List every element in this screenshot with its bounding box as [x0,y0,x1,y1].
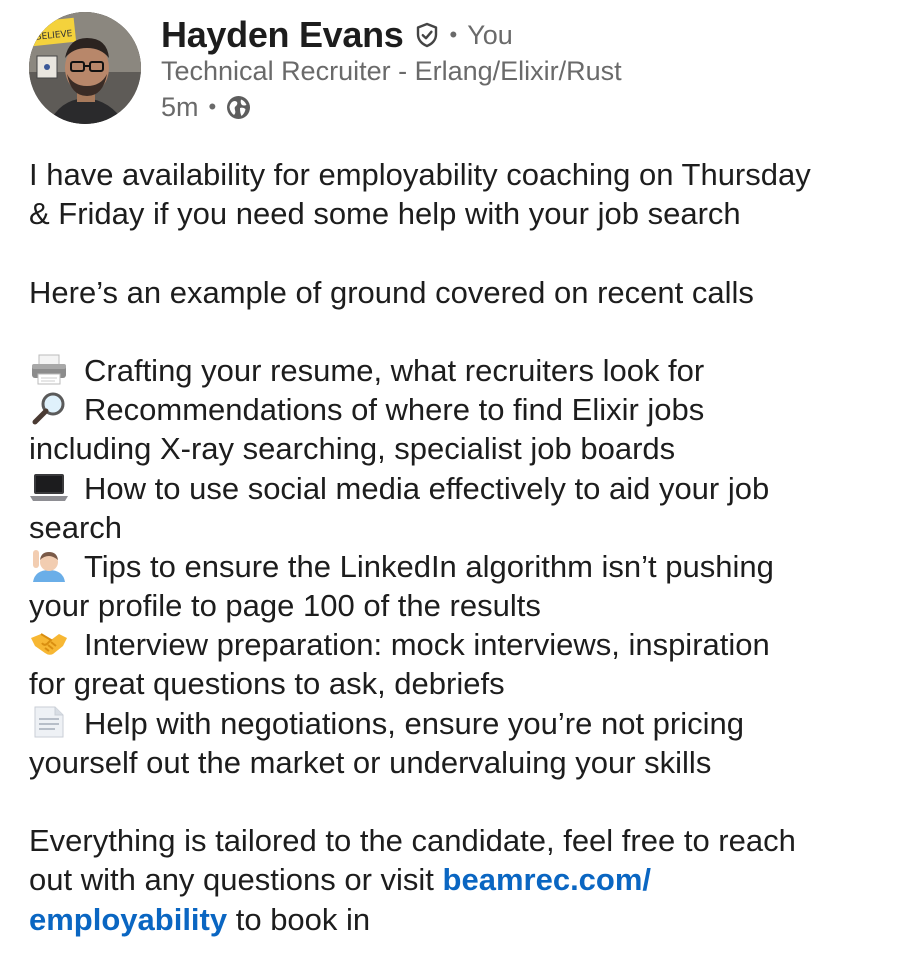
list-item-text: Crafting your resume, what recruiters lo… [84,352,705,388]
employability-link[interactable]: beamrec.com/ [443,862,652,897]
list-item-text: Help with negotiations, ensure you’re no… [84,705,744,741]
list-item: Recommendations of where to find Elixir … [29,390,909,429]
post-text-line: Everything is tailored to the candidate,… [29,823,796,859]
relation-label: You [467,19,513,50]
separator-dot: • [208,94,217,119]
separator-dot: • [449,22,458,47]
list-item-continuation: your profile to page 100 of the results [29,588,541,624]
post-text-line: employability to book in [29,900,909,939]
list-item: Crafting your resume, what recruiters lo… [29,351,909,390]
list-item-text: Tips to ensure the LinkedIn algorithm is… [84,548,774,584]
post-body: I have availability for employability co… [29,155,909,939]
verified-shield-icon [414,22,440,48]
handshake-emoji-icon [29,626,69,660]
post-meta: 5m • [161,90,251,124]
post-timestamp: 5m [161,91,199,122]
list-item-text: How to use social media effectively to a… [84,470,770,506]
list-item-continuation: for great questions to ask, debriefs [29,666,505,702]
post-text-line: Here’s an example of ground covered on r… [29,274,754,310]
globe-icon [226,95,251,120]
list-item: Interview preparation: mock interviews, … [29,625,909,664]
feed-post: BELIEVE Hayden Evans • You Technical Rec… [0,0,922,980]
list-item-text: Interview preparation: mock interviews, … [84,627,770,663]
author-name[interactable]: Hayden Evans [161,14,404,56]
post-text-fragment: out with any questions or visit [29,862,443,898]
list-item: Help with negotiations, ensure you’re no… [29,704,909,743]
list-item: How to use social media effectively to a… [29,469,909,508]
list-item-text: Recommendations of where to find Elixir … [84,392,705,428]
author-headline: Technical Recruiter - Erlang/Elixir/Rust [161,56,622,86]
post-text-line: I have availability for employability co… [29,157,811,192]
employability-link[interactable]: employability [29,902,227,937]
document-emoji-icon [29,705,69,739]
laptop-emoji-icon [29,470,69,504]
magnifying-glass-emoji-icon [29,391,69,425]
list-item: Tips to ensure the LinkedIn algorithm is… [29,547,909,586]
author-name-row: Hayden Evans • You [161,12,513,58]
post-text-line: & Friday if you need some help with your… [29,196,741,232]
list-item-continuation: including X-ray searching, specialist jo… [29,431,676,467]
post-text-line: out with any questions or visit beamrec.… [29,860,909,899]
printer-emoji-icon [29,352,69,386]
list-item-continuation: yourself out the market or undervaluing … [29,744,712,780]
list-item-continuation: search [29,509,123,545]
person-raising-hand-emoji-icon [29,548,69,582]
author-avatar[interactable]: BELIEVE [29,12,141,124]
post-text-fragment: to book in [227,901,371,937]
